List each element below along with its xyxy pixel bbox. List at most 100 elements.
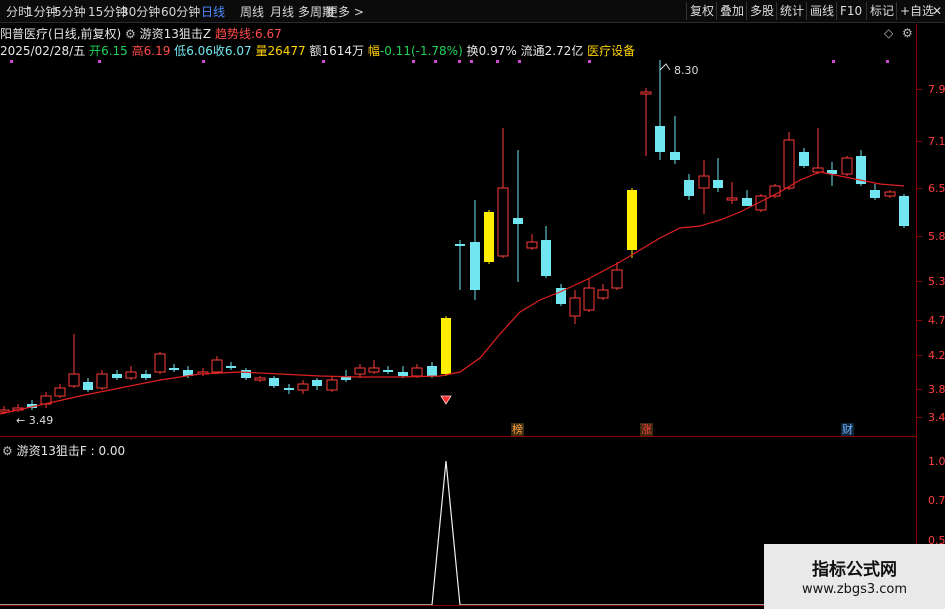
- event-mark-2[interactable]: 财: [841, 423, 854, 436]
- candle-body[interactable]: [484, 212, 494, 262]
- candle-body[interactable]: [354, 367, 366, 375]
- period-tab-10[interactable]: 更多 >: [326, 3, 364, 20]
- period-tab-6[interactable]: 日线: [201, 3, 225, 20]
- candle-body[interactable]: [326, 379, 338, 391]
- candle-body[interactable]: [884, 191, 896, 197]
- candle-body[interactable]: [470, 242, 480, 290]
- period-tab-5[interactable]: 60分钟: [161, 3, 200, 20]
- settings-icon[interactable]: ⚙: [125, 27, 136, 41]
- candle-body[interactable]: [569, 297, 581, 317]
- toolbar-button-3[interactable]: 统计: [776, 2, 807, 20]
- candle-body[interactable]: [513, 218, 523, 224]
- period-tab-1[interactable]: 1分钟: [26, 3, 58, 20]
- close-icon[interactable]: ✕: [929, 2, 945, 20]
- turnover-value: 0.97%: [478, 44, 517, 58]
- stock-name: 阳普医疗: [0, 27, 49, 41]
- candle-body[interactable]: [870, 190, 880, 198]
- diamond-icon[interactable]: ◇: [884, 26, 893, 40]
- candle-body[interactable]: [812, 167, 824, 173]
- candle-body[interactable]: [742, 198, 752, 206]
- price-tick-mark: [916, 141, 922, 142]
- candle-body[interactable]: [841, 157, 853, 175]
- adjust-mode[interactable]: (日线,前复权): [48, 27, 121, 41]
- indicator-name[interactable]: 游资13狙击Z: [140, 27, 212, 41]
- watermark-title: 指标公式网: [812, 560, 897, 580]
- signal-dot: [412, 60, 415, 63]
- signal-dot: [322, 60, 325, 63]
- candle-body[interactable]: [211, 359, 223, 373]
- candle-body[interactable]: [226, 366, 236, 368]
- price-tick-mark: [916, 188, 922, 189]
- candle-body[interactable]: [899, 196, 909, 226]
- candlestick-chart[interactable]: 8.30 ← 3.49: [0, 58, 916, 436]
- event-mark-0[interactable]: 榜: [511, 423, 524, 436]
- candle-body[interactable]: [398, 372, 408, 376]
- candle-body[interactable]: [541, 240, 551, 276]
- price-tick-mark: [916, 236, 922, 237]
- price-tick-2: 6.5: [928, 182, 945, 195]
- candle-body[interactable]: [627, 190, 637, 250]
- candle-body[interactable]: [68, 373, 80, 387]
- candle-body[interactable]: [284, 388, 294, 390]
- candle-body[interactable]: [112, 374, 122, 378]
- candle-body[interactable]: [497, 187, 509, 257]
- candle-body[interactable]: [83, 382, 93, 390]
- candle-body[interactable]: [383, 370, 393, 372]
- toolbar-button-1[interactable]: 叠加: [716, 2, 747, 20]
- candle-body[interactable]: [441, 318, 451, 374]
- candle-body[interactable]: [241, 370, 251, 378]
- candle-body[interactable]: [96, 373, 108, 389]
- amount-value: 1614万: [321, 44, 365, 58]
- indicator-tick-0: 1.00: [928, 455, 945, 468]
- candle-body[interactable]: [726, 197, 738, 201]
- candle-body[interactable]: [455, 244, 465, 246]
- candle-body[interactable]: [254, 377, 266, 381]
- signal-dot: [98, 60, 101, 63]
- event-mark-1[interactable]: 涨: [640, 423, 653, 436]
- indicator-tick-1: 0.75: [928, 494, 945, 507]
- toolbar-button-2[interactable]: 多股: [746, 2, 777, 20]
- candle-body[interactable]: [655, 126, 665, 152]
- candle-body[interactable]: [411, 367, 423, 377]
- candle-body[interactable]: [297, 383, 309, 391]
- candle-body[interactable]: [640, 91, 652, 95]
- candle-body[interactable]: [269, 378, 279, 386]
- candle-body[interactable]: [368, 367, 380, 373]
- gear-icon[interactable]: ⚙: [902, 26, 913, 40]
- period-tab-7[interactable]: 周线: [240, 3, 264, 20]
- toolbar-button-4[interactable]: 画线: [806, 2, 837, 20]
- candle-body[interactable]: [597, 289, 609, 299]
- candle-body[interactable]: [427, 366, 437, 376]
- sector-tag[interactable]: 医疗设备: [587, 44, 635, 58]
- toolbar-button-6[interactable]: 标记: [866, 2, 897, 20]
- candle-body[interactable]: [713, 180, 723, 188]
- candle-body[interactable]: [698, 175, 710, 189]
- open-value: 6.15: [101, 44, 128, 58]
- toolbar-button-5[interactable]: F10: [836, 2, 865, 20]
- price-tick-mark: [916, 417, 922, 418]
- candle-body[interactable]: [670, 152, 680, 160]
- candle-body[interactable]: [54, 387, 66, 397]
- candle-body[interactable]: [141, 374, 151, 378]
- candle-body[interactable]: [799, 152, 809, 166]
- period-tab-4[interactable]: 30分钟: [121, 3, 160, 20]
- period-tab-8[interactable]: 月线: [270, 3, 294, 20]
- diamond-signal-icon: [440, 395, 452, 405]
- candle-body[interactable]: [783, 139, 795, 189]
- period-tab-2[interactable]: 5分钟: [54, 3, 86, 20]
- low-value: 6.06: [186, 44, 213, 58]
- candle-body[interactable]: [684, 180, 694, 196]
- candle-body[interactable]: [611, 269, 623, 289]
- candle-body[interactable]: [583, 287, 595, 311]
- vol-value: 26477: [267, 44, 306, 58]
- candle-body[interactable]: [154, 353, 166, 373]
- price-tick-6: 4.2: [928, 349, 945, 362]
- candle-body[interactable]: [169, 368, 179, 370]
- candle-body[interactable]: [312, 380, 322, 386]
- price-tick-mark: [916, 281, 922, 282]
- candle-body[interactable]: [125, 371, 137, 379]
- toolbar: 分时 1分钟 5分钟 15分钟 30分钟 60分钟 日线 周线 月线 多周期 更多 > 复权 叠加 多股统…: [0, 0, 945, 23]
- toolbar-button-0[interactable]: 复权: [686, 2, 717, 20]
- high-value: 6.19: [143, 44, 171, 58]
- candle-body[interactable]: [526, 241, 538, 249]
